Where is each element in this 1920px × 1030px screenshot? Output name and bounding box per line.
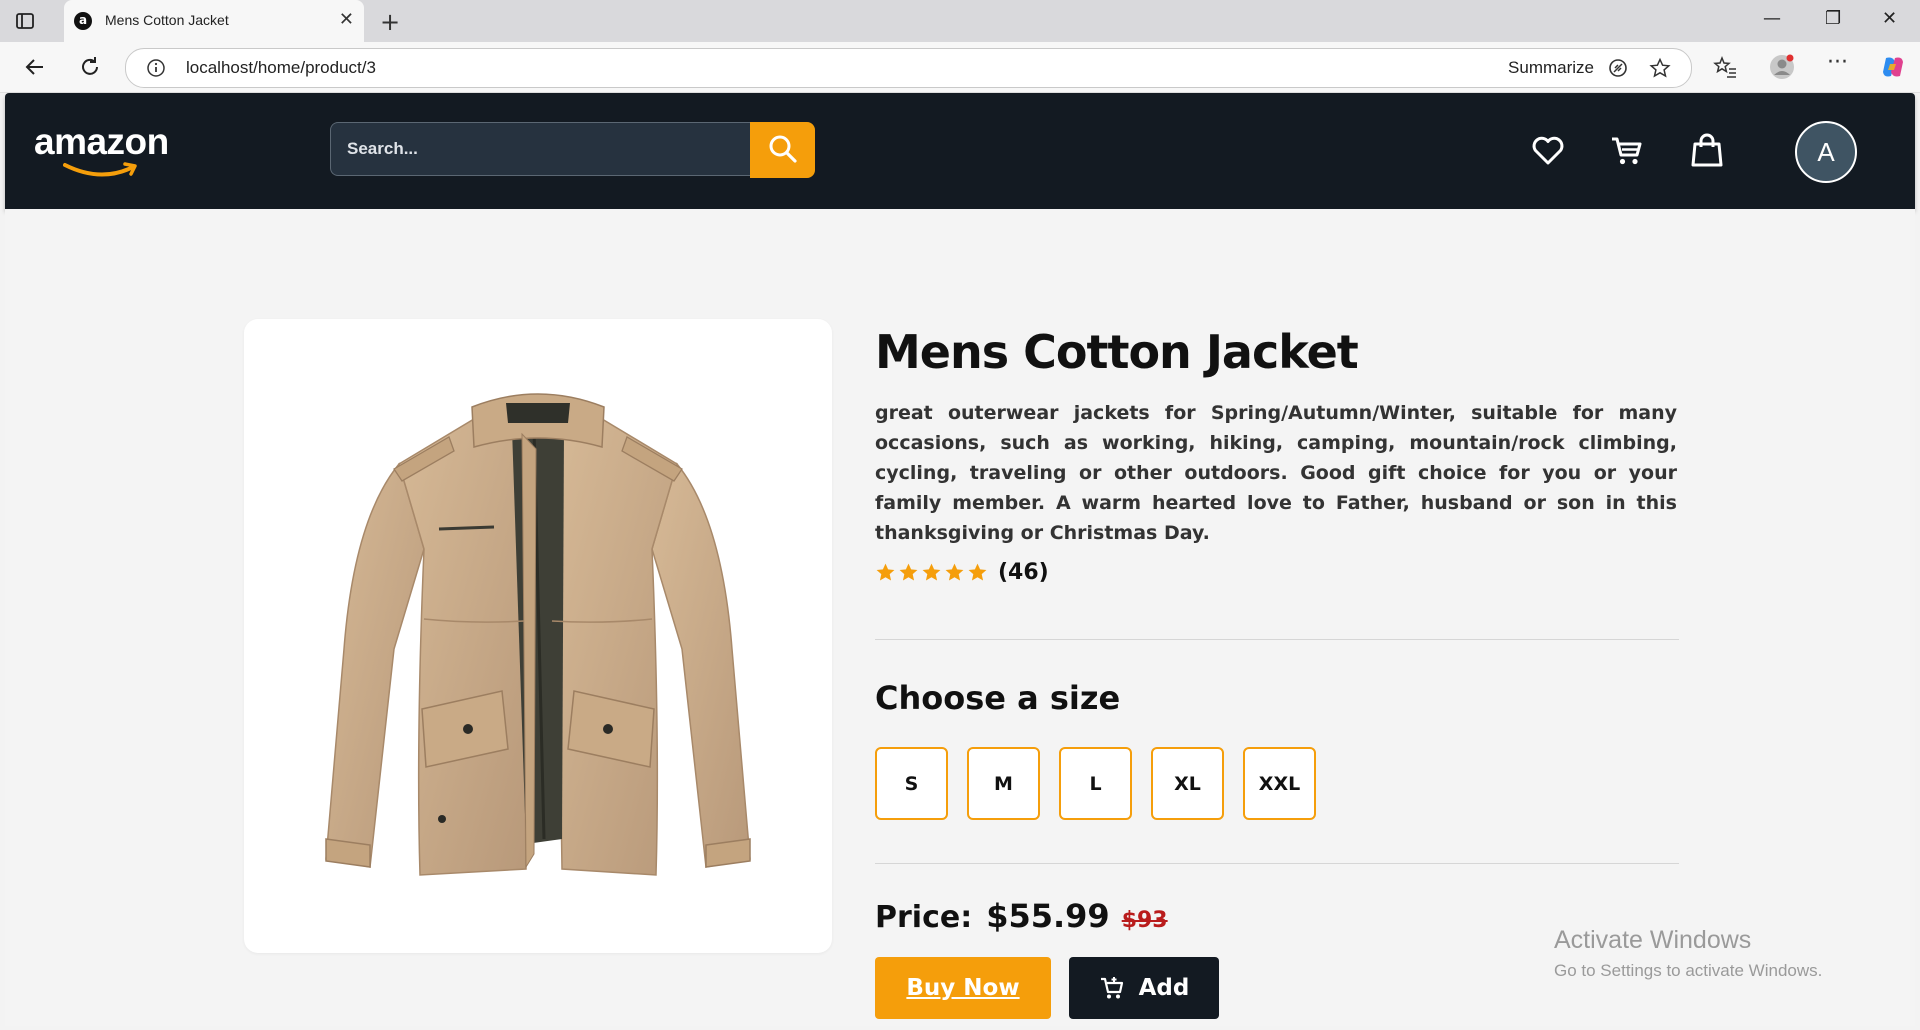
amazon-smile-logo [63,162,137,177]
new-tab-icon[interactable]: + [380,8,400,36]
back-icon[interactable] [22,54,48,80]
summarize-icon[interactable] [1607,57,1629,79]
reload-icon[interactable] [77,54,103,80]
site-header: amazon A [5,93,1915,209]
size-option-m[interactable]: M [967,747,1040,820]
star-icon [876,563,895,580]
profile-icon[interactable] [1769,54,1795,80]
windows-activation-watermark: Activate Windows Go to Settings to activ… [1554,926,1822,981]
size-option-s[interactable]: S [875,747,948,820]
rating-stars [875,562,988,583]
search-bar [330,122,820,178]
star-icon [899,563,918,580]
watermark-title: Activate Windows [1554,926,1752,954]
price-label: Price: [875,900,973,935]
summarize-button[interactable]: Summarize [1508,58,1594,78]
original-price: $93 [1121,908,1168,933]
size-option-l[interactable]: L [1059,747,1132,820]
wishlist-heart-icon[interactable] [1530,133,1566,169]
product-title: Mens Cotton Jacket [875,325,1359,379]
current-price: $55.99 [986,897,1110,935]
product-jacket-image [325,393,751,876]
favorites-icon[interactable] [1712,54,1738,80]
tab-title: Mens Cotton Jacket [105,12,229,28]
restore-icon[interactable]: ❐ [1825,8,1841,29]
product-page: Mens Cotton Jacket great outerwear jacke… [5,209,1915,1026]
star-icon [968,563,987,580]
amazon-favicon-icon: a [74,12,92,30]
add-button-label: Add [1138,975,1190,1001]
cart-icon[interactable] [1609,133,1645,169]
minimize-icon[interactable]: — [1763,8,1781,29]
star-icon [922,563,941,580]
search-button[interactable] [750,122,815,178]
star-icon [945,563,964,580]
amazon-logo[interactable]: amazon [34,121,169,163]
buy-now-button[interactable]: Buy Now [875,957,1051,1019]
search-input[interactable] [330,122,750,176]
section-divider [875,639,1679,640]
size-options: S M L XL XXL [875,747,1316,820]
url-text[interactable]: localhost/home/product/3 [186,58,376,78]
more-options-icon[interactable]: ··· [1827,50,1853,76]
add-to-cart-button[interactable]: Add [1069,957,1219,1019]
price-row: Price: $55.99 $93 [875,897,1168,935]
section-divider [875,863,1679,864]
size-heading: Choose a size [875,679,1121,717]
rating-count: (46) [998,559,1049,585]
size-option-xl[interactable]: XL [1151,747,1224,820]
product-image-card [244,319,832,953]
sidebar-toggle-icon[interactable] [14,10,36,32]
user-avatar[interactable]: A [1795,121,1857,183]
close-tab-icon[interactable]: ✕ [339,11,354,29]
favorite-star-icon[interactable] [1649,57,1671,79]
product-description: great outerwear jackets for Spring/Autum… [875,402,1677,544]
browser-tab-bar: a Mens Cotton Jacket ✕ + — ❐ ✕ [0,0,1920,42]
copilot-icon[interactable] [1880,54,1906,80]
search-icon [769,135,797,163]
site-info-icon[interactable] [146,58,166,78]
window-close-icon[interactable]: ✕ [1882,8,1897,29]
size-option-xxl[interactable]: XXL [1243,747,1316,820]
shopping-bag-icon[interactable] [1689,133,1725,169]
add-cart-icon [1100,977,1123,999]
browser-tab[interactable]: a Mens Cotton Jacket ✕ [64,0,364,42]
watermark-subtitle: Go to Settings to activate Windows. [1554,961,1823,980]
address-bar[interactable]: localhost/home/product/3 Summarize [125,48,1692,88]
address-toolbar: localhost/home/product/3 Summarize ··· [0,42,1920,93]
product-rating: (46) [875,559,1049,585]
